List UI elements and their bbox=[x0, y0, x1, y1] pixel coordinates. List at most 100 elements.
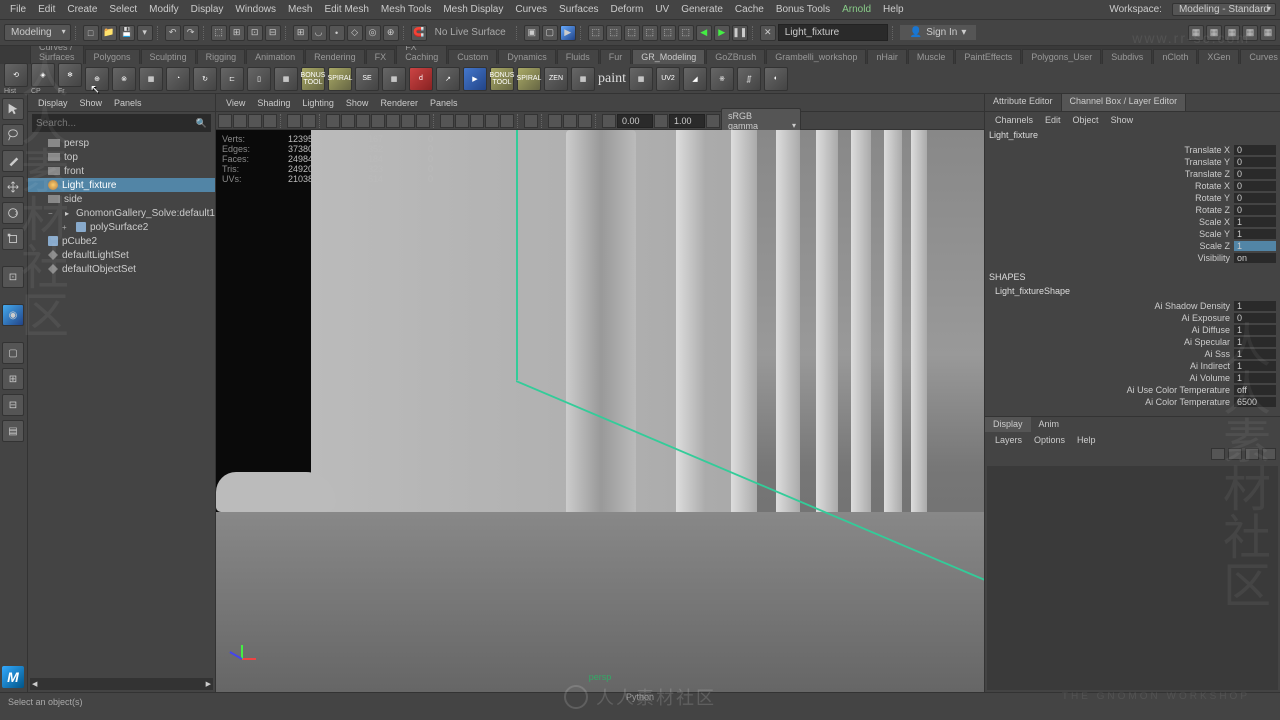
shelf-tool-10[interactable]: ↗ bbox=[436, 67, 460, 91]
shelf-tab-rendering[interactable]: Rendering bbox=[305, 49, 365, 64]
time-play-icon[interactable]: ▶ bbox=[714, 25, 730, 41]
shelf-uv2-tool[interactable]: UV2 bbox=[656, 67, 680, 91]
hist-toggle-icon[interactable]: ▢ bbox=[542, 25, 558, 41]
rotate-tool[interactable] bbox=[2, 202, 24, 224]
workspace-dropdown[interactable]: Modeling - Standard bbox=[1172, 3, 1276, 16]
vp-grid-icon[interactable] bbox=[326, 114, 340, 128]
vp-colorspace-icon[interactable] bbox=[706, 114, 720, 128]
shelf-d-tool[interactable]: d bbox=[409, 67, 433, 91]
outliner-menu-show[interactable]: Show bbox=[74, 98, 109, 108]
cb-menu-show[interactable]: Show bbox=[1105, 115, 1140, 125]
attr-ai-indirect[interactable]: Ai Indirect1 bbox=[985, 360, 1280, 372]
layer-menu-options[interactable]: Options bbox=[1028, 435, 1071, 445]
attr-ai-use-color-temperature[interactable]: Ai Use Color Temperatureoff bbox=[985, 384, 1280, 396]
vp-isolate-icon[interactable] bbox=[524, 114, 538, 128]
shelf-cp-icon[interactable]: ◈ bbox=[31, 63, 55, 87]
menu-help[interactable]: Help bbox=[877, 4, 910, 15]
vp-gate-mask-icon[interactable] bbox=[371, 114, 385, 128]
vp-gamma-icon[interactable] bbox=[654, 114, 668, 128]
vp-safe-action-icon[interactable] bbox=[401, 114, 415, 128]
soft-mod-tool[interactable]: ◉ bbox=[2, 304, 24, 326]
vp-textured-icon[interactable] bbox=[470, 114, 484, 128]
shelf-tab-polygons_user[interactable]: Polygons_User bbox=[1022, 49, 1101, 64]
menu-generate[interactable]: Generate bbox=[675, 4, 729, 15]
menu-curves[interactable]: Curves bbox=[509, 4, 553, 15]
shelf-tool-14[interactable]: ◢ bbox=[683, 67, 707, 91]
shelf-paint-label[interactable]: paint bbox=[598, 71, 626, 87]
outliner-item-pcube2[interactable]: pCube2 bbox=[28, 234, 215, 248]
ui-toggle-3-icon[interactable]: ▦ bbox=[1224, 25, 1240, 41]
shelf-tab-gozbrush[interactable]: GoZBrush bbox=[706, 49, 765, 64]
shelf-tool-15[interactable]: ※ bbox=[710, 67, 734, 91]
shelf-tool-13[interactable]: ▦ bbox=[629, 67, 653, 91]
snap-surface-icon[interactable]: ◎ bbox=[365, 25, 381, 41]
shelf-spiral-2[interactable]: SPIRAL bbox=[517, 67, 541, 91]
paint-select-tool[interactable] bbox=[2, 150, 24, 172]
shelf-tool-17[interactable]: ◐ bbox=[764, 67, 788, 91]
attr-visibility[interactable]: Visibilityon bbox=[985, 252, 1280, 264]
shelf-tab-grambelli_workshop[interactable]: Grambelli_workshop bbox=[766, 49, 866, 64]
open-scene-icon[interactable]: 📁 bbox=[101, 25, 117, 41]
sel-multi-icon[interactable]: ⊟ bbox=[265, 25, 281, 41]
ui-toggle-2-icon[interactable]: ▦ bbox=[1206, 25, 1222, 41]
shelf-tool-7[interactable]: ▯ bbox=[247, 67, 271, 91]
shelf-tab-fluids[interactable]: Fluids bbox=[557, 49, 599, 64]
editor-tab-0[interactable]: Attribute Editor bbox=[985, 94, 1062, 111]
attr-rotate-x[interactable]: Rotate X0 bbox=[985, 180, 1280, 192]
layer-tab-anim[interactable]: Anim bbox=[1031, 417, 1068, 432]
menu-cache[interactable]: Cache bbox=[729, 4, 770, 15]
layer-move-down-icon[interactable] bbox=[1262, 448, 1276, 460]
attr-ai-diffuse[interactable]: Ai Diffuse1 bbox=[985, 324, 1280, 336]
shelf-tab-sculpting[interactable]: Sculpting bbox=[141, 49, 196, 64]
new-scene-icon[interactable]: □ bbox=[83, 25, 99, 41]
menu-modify[interactable]: Modify bbox=[143, 4, 184, 15]
move-tool[interactable] bbox=[2, 176, 24, 198]
view-layout-icon[interactable]: ⊟ bbox=[2, 394, 24, 416]
vp-menu-shading[interactable]: Shading bbox=[251, 98, 296, 108]
lasso-tool[interactable] bbox=[2, 124, 24, 146]
menu-edit-mesh[interactable]: Edit Mesh bbox=[318, 4, 374, 15]
outliner-item-top[interactable]: top bbox=[28, 150, 215, 164]
shelf-bonustool-2[interactable]: BONUS TOOL bbox=[490, 67, 514, 91]
layer-new-empty-icon[interactable] bbox=[1211, 448, 1225, 460]
vp-near-field[interactable]: 0.00 bbox=[617, 114, 653, 128]
attr-ai-color-temperature[interactable]: Ai Color Temperature6500 bbox=[985, 396, 1280, 408]
ui-toggle-5-icon[interactable]: ▦ bbox=[1260, 25, 1276, 41]
select-tool[interactable] bbox=[2, 98, 24, 120]
vp-field-chart-icon[interactable] bbox=[386, 114, 400, 128]
viewport-canvas[interactable]: Verts:1239521670Edges:3738053520Faces:24… bbox=[216, 130, 984, 692]
snap-grid-icon[interactable]: ⊞ bbox=[293, 25, 309, 41]
ui-toggle-1-icon[interactable]: ▦ bbox=[1188, 25, 1204, 41]
snap-center-icon[interactable]: ⊕ bbox=[383, 25, 399, 41]
outliner-scrollbar[interactable] bbox=[30, 678, 213, 690]
vp-shadows-icon[interactable] bbox=[500, 114, 514, 128]
shelf-history-icon[interactable]: ⟲ bbox=[4, 63, 28, 87]
menu-file[interactable]: File bbox=[4, 4, 32, 15]
shelf-tool-5[interactable]: ↻ bbox=[193, 67, 217, 91]
sym-off-icon[interactable]: ✕ bbox=[760, 25, 776, 41]
shelf-tab-animation[interactable]: Animation bbox=[246, 49, 304, 64]
vp-2d-pan-icon[interactable] bbox=[287, 114, 301, 128]
attr-translate-z[interactable]: Translate Z0 bbox=[985, 168, 1280, 180]
shelf-tool-6[interactable]: ⊏ bbox=[220, 67, 244, 91]
vp-shaded-icon[interactable] bbox=[455, 114, 469, 128]
menu-select[interactable]: Select bbox=[103, 4, 143, 15]
vp-grease-icon[interactable] bbox=[302, 114, 316, 128]
attr-ai-volume[interactable]: Ai Volume1 bbox=[985, 372, 1280, 384]
outliner-menu-display[interactable]: Display bbox=[32, 98, 74, 108]
render-view-icon[interactable]: ⬚ bbox=[642, 25, 658, 41]
vp-menu-show[interactable]: Show bbox=[340, 98, 375, 108]
outliner-item-polysurface2[interactable]: +polySurface2 bbox=[28, 220, 215, 234]
menu-deform[interactable]: Deform bbox=[605, 4, 650, 15]
shelf-tool-12[interactable]: ▦ bbox=[571, 67, 595, 91]
snap-point-icon[interactable]: • bbox=[329, 25, 345, 41]
shelf-tool-4[interactable]: ◔ bbox=[166, 67, 190, 91]
outliner-item-light_fixture[interactable]: Light_fixture bbox=[28, 178, 215, 192]
shelf-spiral-1[interactable]: SPIRAL bbox=[328, 67, 352, 91]
shelf-tab-fx-caching[interactable]: FX Caching bbox=[396, 46, 447, 64]
undo-icon[interactable]: ↶ bbox=[165, 25, 181, 41]
shape-name[interactable]: Light_fixtureShape bbox=[985, 284, 1280, 298]
scale-tool[interactable] bbox=[2, 228, 24, 250]
menu-edit[interactable]: Edit bbox=[32, 4, 61, 15]
vp-lights-icon[interactable] bbox=[485, 114, 499, 128]
